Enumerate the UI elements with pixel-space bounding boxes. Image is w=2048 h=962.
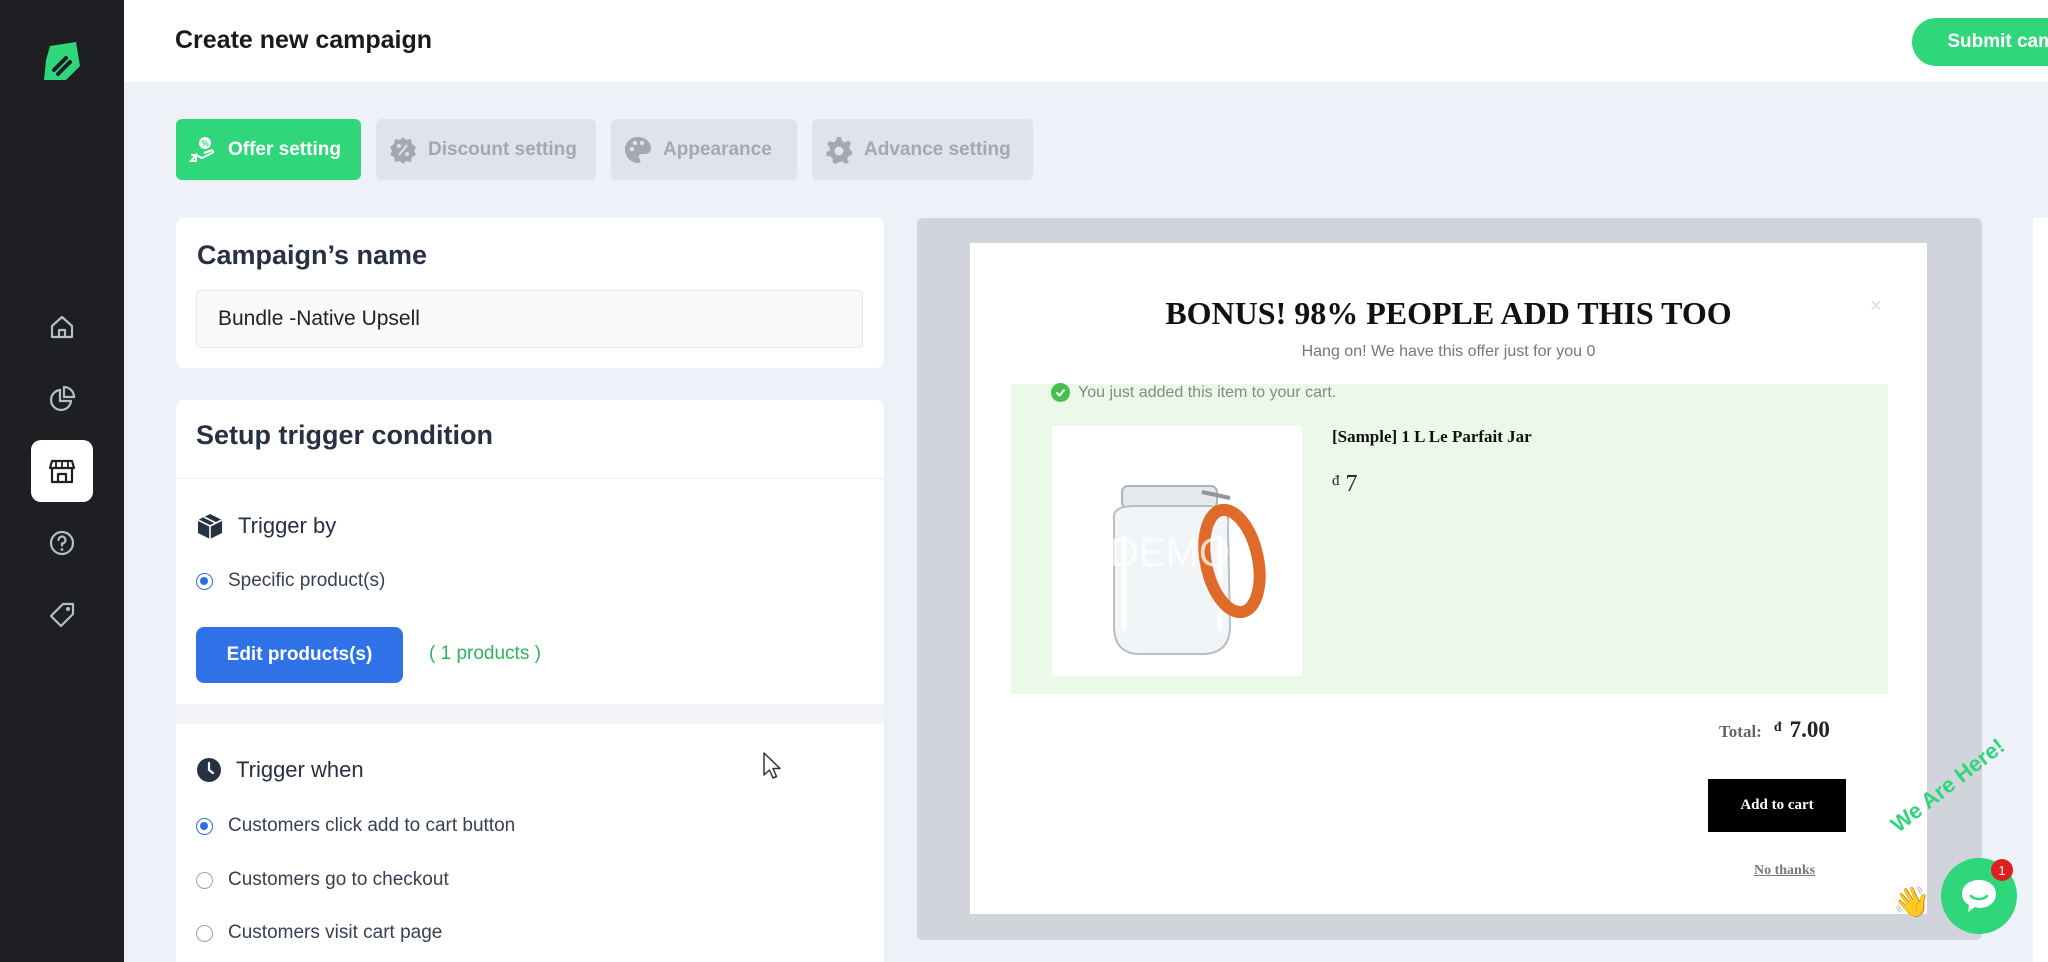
trigger-by-label: Trigger by [238, 513, 337, 538]
app-logo-icon[interactable] [40, 40, 84, 84]
tag-icon [49, 602, 75, 628]
currency-symbol: đ [1773, 720, 1782, 735]
popup-subtitle: Hang on! We have this offer just for you… [1301, 343, 1596, 360]
home-icon [50, 315, 74, 339]
chat-bubble-icon [1962, 880, 1996, 912]
product-name: [Sample] 1 L Le Parfait Jar [1332, 427, 1532, 446]
added-note-text: You just added this item to your cart. [1078, 383, 1337, 401]
radio-label: Customers visit cart page [228, 922, 443, 943]
discount-icon [390, 136, 416, 164]
store-icon [48, 459, 76, 484]
jar-image: DEMO [1110, 485, 1266, 655]
tab-label: Discount setting [428, 138, 577, 160]
radio-specific-products[interactable]: Specific product(s) [196, 570, 385, 592]
svg-text:%: % [201, 139, 208, 148]
wave-hand-icon: 👋 [1893, 886, 1931, 919]
clock-icon [197, 758, 221, 782]
demo-watermark: DEMO [1110, 531, 1230, 575]
price-value: 7 [1345, 471, 1358, 497]
radio-dot[interactable] [196, 924, 213, 942]
tab-label: Appearance [663, 138, 772, 160]
popup-close-button[interactable]: × [1870, 295, 1882, 318]
sidebar-item-discounts[interactable] [31, 584, 93, 646]
top-bar: Create new campaign Submit campaign [124, 0, 2048, 82]
sidebar-item-help[interactable] [31, 512, 93, 574]
check-circle-icon [1051, 383, 1070, 402]
radio-label: Specific product(s) [228, 570, 386, 591]
trigger-by-heading: Trigger by [196, 512, 336, 540]
tab-offer-setting[interactable]: % Offer setting [176, 119, 361, 180]
campaign-name-title: Campaign’s name [197, 240, 428, 270]
products-count: ( 1 products ) [429, 643, 541, 664]
radio-visit-cart-page[interactable]: Customers visit cart page [196, 922, 442, 944]
help-icon [49, 530, 75, 556]
trigger-condition-title: Setup trigger condition [196, 420, 493, 450]
palette-icon [625, 136, 651, 163]
gear-icon [826, 136, 852, 164]
total-row: Total: đ 7.00 [1719, 717, 1830, 743]
tab-discount-setting[interactable]: Discount setting [376, 119, 596, 180]
chat-badge: 1 [1991, 859, 2013, 881]
radio-go-to-checkout[interactable]: Customers go to checkout [196, 869, 449, 891]
add-to-cart-button[interactable]: Add to cart [1708, 779, 1846, 832]
sidebar-item-analytics[interactable] [31, 368, 93, 430]
box-icon [197, 514, 223, 539]
trigger-condition-card: Setup trigger condition Trigger by Speci… [176, 400, 884, 962]
currency-symbol: đ [1332, 473, 1340, 489]
tab-appearance[interactable]: Appearance [611, 119, 797, 180]
mouse-cursor-icon [763, 752, 781, 779]
tab-advance-setting[interactable]: Advance setting [812, 119, 1033, 180]
popup-preview-panel: BONUS! 98% PEOPLE ADD THIS TOO Hang on! … [917, 218, 1982, 940]
added-note: You just added this item to your cart. [1051, 383, 1336, 402]
campaign-name-card: Campaign’s name Bundle -Native Upsell [176, 218, 884, 368]
added-product-box: You just added this item to your cart. D… [1011, 383, 1888, 694]
total-amount: 7.00 [1789, 717, 1830, 742]
product-image: DEMO [1052, 426, 1302, 676]
campaign-name-input[interactable]: Bundle -Native Upsell [196, 290, 863, 348]
upsell-popup: BONUS! 98% PEOPLE ADD THIS TOO Hang on! … [970, 243, 1927, 914]
radio-label: Customers go to checkout [228, 869, 449, 890]
submit-campaign-button[interactable]: Submit campaign [1912, 18, 2048, 66]
edit-products-button[interactable]: Edit products(s) [196, 627, 403, 683]
radio-add-to-cart[interactable]: Customers click add to cart button [196, 815, 515, 837]
no-thanks-link[interactable]: No thanks [1754, 863, 1815, 879]
page-title: Create new campaign [175, 26, 433, 54]
radio-label: Customers click add to cart button [228, 815, 516, 836]
total-label: Total: [1719, 722, 1762, 741]
offer-icon: % [188, 136, 215, 162]
sidebar [0, 0, 124, 962]
divider [176, 478, 884, 479]
tab-label: Offer setting [228, 138, 341, 160]
radio-dot[interactable] [196, 817, 213, 835]
sidebar-item-store[interactable] [31, 440, 93, 502]
total-value: đ 7.00 [1774, 717, 1830, 743]
analytics-icon [49, 385, 76, 412]
trigger-when-heading: Trigger when [196, 757, 364, 783]
trigger-when-label: Trigger when [236, 757, 364, 782]
product-price: đ7 [1332, 471, 1358, 498]
radio-dot[interactable] [196, 871, 213, 889]
section-gap [176, 704, 884, 724]
sidebar-item-home[interactable] [31, 296, 93, 358]
tab-label: Advance setting [864, 138, 1011, 160]
radio-dot[interactable] [196, 572, 213, 590]
right-panel-edge [2033, 218, 2048, 962]
popup-title: BONUS! 98% PEOPLE ADD THIS TOO [1165, 295, 1732, 331]
